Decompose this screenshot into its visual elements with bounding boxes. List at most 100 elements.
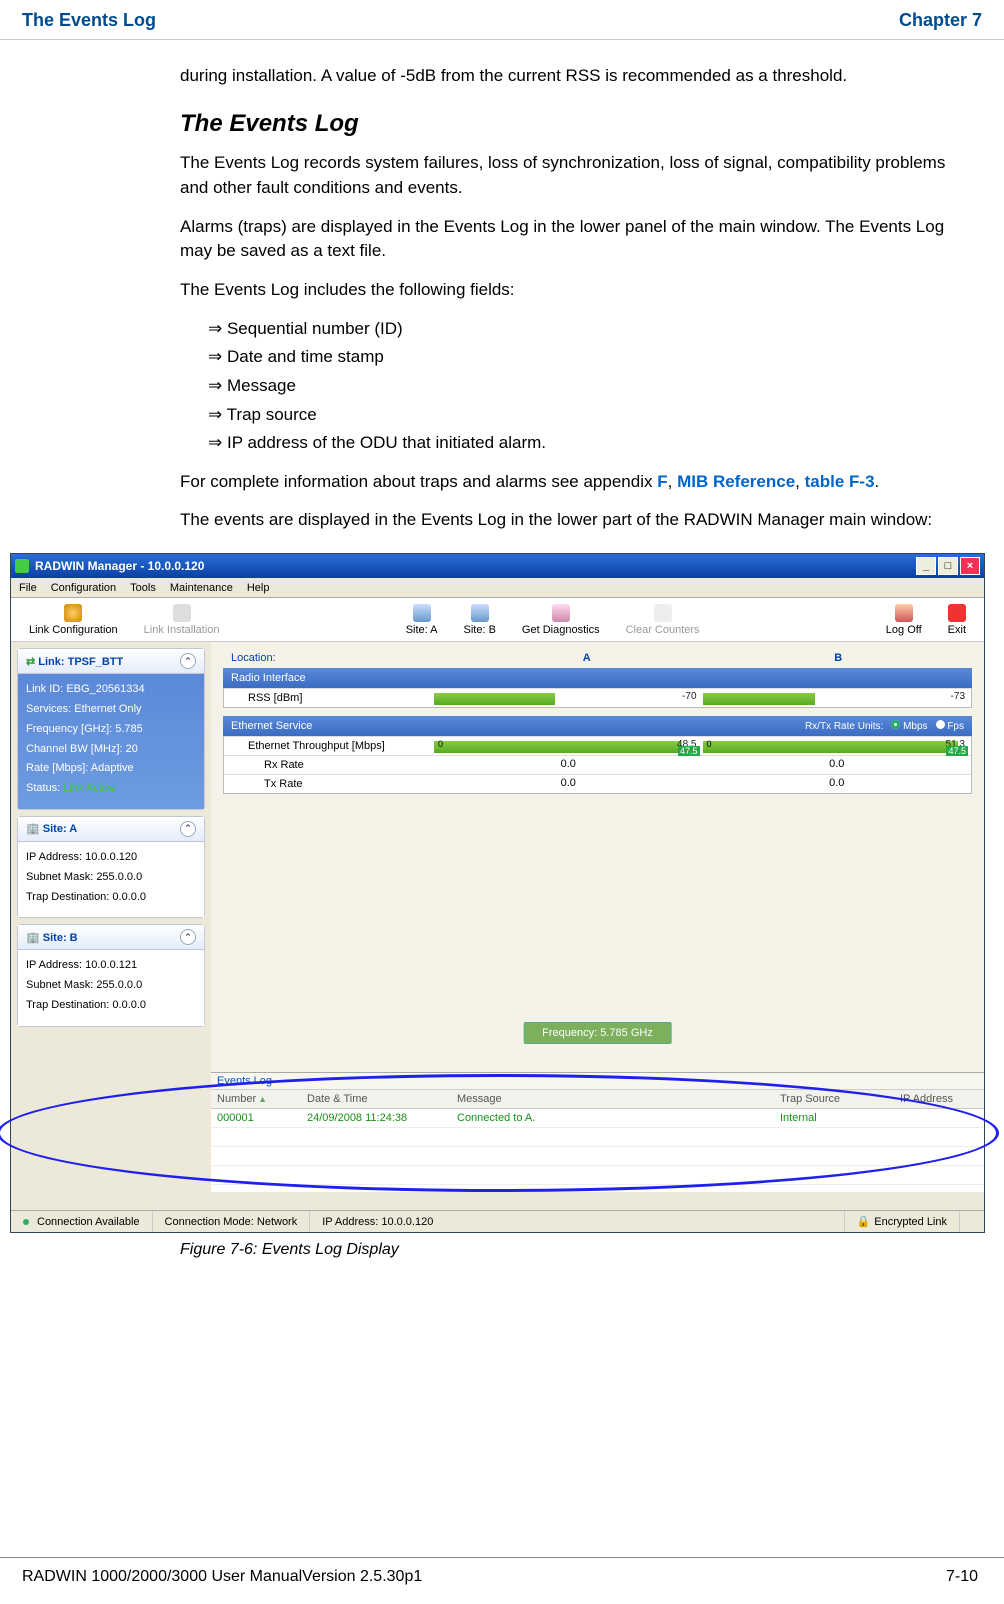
status-connection: Connection Available xyxy=(11,1211,153,1232)
col-datetime[interactable]: Date & Time xyxy=(301,1090,451,1109)
col-trap-source[interactable]: Trap Source xyxy=(774,1090,894,1109)
section-title: Ethernet Service xyxy=(231,720,312,732)
panel-row: Rate [Mbps]: Adaptive xyxy=(26,759,196,779)
logoff-icon xyxy=(895,604,913,622)
ethernet-table: Ethernet Throughput [Mbps] 048.547.5 051… xyxy=(223,736,972,794)
col-ip-address[interactable]: IP Address xyxy=(894,1090,984,1109)
panel-row: IP Address: 10.0.0.120 xyxy=(26,848,196,868)
location-label: Location: xyxy=(231,652,461,664)
tp-b-max: 47.5 xyxy=(946,746,968,756)
window-title: RADWIN Manager - 10.0.0.120 xyxy=(35,559,204,573)
list-item: Date and time stamp xyxy=(208,345,974,370)
minimize-button[interactable]: _ xyxy=(916,557,936,575)
site-a-title: Site: A xyxy=(43,823,77,835)
resize-grip[interactable] xyxy=(960,1211,984,1232)
events-log-section: Events Log Number▲ Date & Time Message T… xyxy=(211,1072,984,1192)
footer-page-number: 7-10 xyxy=(946,1568,978,1586)
tool-label: Exit xyxy=(948,624,966,636)
menu-help[interactable]: Help xyxy=(247,582,270,594)
list-item: Sequential number (ID) xyxy=(208,317,974,342)
location-header-row: Location: A B xyxy=(211,642,984,668)
fps-radio[interactable]: Fps xyxy=(936,720,964,732)
link-panel-header[interactable]: ⇄ Link: TPSF_BTT ⌃ xyxy=(18,649,204,674)
site-a-body: IP Address: 10.0.0.120 Subnet Mask: 255.… xyxy=(18,842,204,917)
exit-button[interactable]: Exit xyxy=(936,602,978,638)
menu-file[interactable]: File xyxy=(19,582,37,594)
site-icon: 🏢 xyxy=(26,823,40,835)
clear-counters-button: Clear Counters xyxy=(614,602,712,638)
tool-label: Clear Counters xyxy=(626,624,700,636)
section-title: Radio Interface xyxy=(231,672,306,684)
appendix-link[interactable]: F xyxy=(657,472,667,491)
footer-manual-version: RADWIN 1000/2000/3000 User ManualVersion… xyxy=(22,1568,422,1586)
site-a-button[interactable]: Site: A xyxy=(394,602,450,638)
frequency-badge: Frequency: 5.785 GHz xyxy=(523,1022,672,1044)
log-message: Connected to A. xyxy=(451,1109,774,1128)
menu-maintenance[interactable]: Maintenance xyxy=(170,582,233,594)
tx-a-value: 0.0 xyxy=(434,775,703,793)
window-titlebar[interactable]: RADWIN Manager - 10.0.0.120 _ □ × xyxy=(11,554,984,578)
collapse-button[interactable]: ⌃ xyxy=(180,821,196,837)
tool-label: Get Diagnostics xyxy=(522,624,600,636)
link-installation-button: Link Installation xyxy=(132,602,232,638)
rate-units-label: Rx/Tx Rate Units: xyxy=(805,721,883,732)
document-body: during installation. A value of -5dB fro… xyxy=(0,40,1004,533)
section-heading: The Events Log xyxy=(180,107,974,142)
collapse-button[interactable]: ⌃ xyxy=(180,929,196,945)
events-log-title: Events Log xyxy=(211,1073,984,1090)
rate-units-group: Rx/Tx Rate Units: Mbps Fps xyxy=(805,720,964,732)
log-datetime: 24/09/2008 11:24:38 xyxy=(301,1109,451,1128)
rx-b-value: 0.0 xyxy=(703,756,972,774)
column-b-header: B xyxy=(713,652,965,664)
get-diagnostics-button[interactable]: Get Diagnostics xyxy=(510,602,612,638)
log-row[interactable]: 000001 24/09/2008 11:24:38 Connected to … xyxy=(211,1109,984,1128)
status-label: Status: xyxy=(26,782,60,794)
site-b-panel: 🏢 Site: B ⌃ IP Address: 10.0.0.121 Subne… xyxy=(17,924,205,1026)
menubar: File Configuration Tools Maintenance Hel… xyxy=(11,578,984,598)
panel-row-status: Status: Link Active xyxy=(26,779,196,799)
tool-label: Site: A xyxy=(406,624,438,636)
header-section-title: The Events Log xyxy=(22,10,156,31)
header-chapter: Chapter 7 xyxy=(899,10,982,31)
events-log-table: Number▲ Date & Time Message Trap Source … xyxy=(211,1090,984,1185)
col-number[interactable]: Number▲ xyxy=(211,1090,301,1109)
menu-configuration[interactable]: Configuration xyxy=(51,582,116,594)
panel-row: Subnet Mask: 255.0.0.0 xyxy=(26,976,196,996)
mib-reference-link[interactable]: MIB Reference xyxy=(677,472,795,491)
table-f3-link[interactable]: table F-3 xyxy=(805,472,875,491)
throughput-label: Ethernet Throughput [Mbps] xyxy=(224,737,434,755)
log-row-empty xyxy=(211,1128,984,1147)
list-item: Message xyxy=(208,374,974,399)
tool-label: Site: B xyxy=(464,624,496,636)
sep: . xyxy=(875,472,880,491)
page-running-header: The Events Log Chapter 7 xyxy=(0,0,1004,40)
side-panels: ⇄ Link: TPSF_BTT ⌃ Link ID: EBG_20561334… xyxy=(11,642,211,1192)
log-trap-source: Internal xyxy=(774,1109,894,1128)
log-off-button[interactable]: Log Off xyxy=(874,602,934,638)
para-5: The events are displayed in the Events L… xyxy=(180,508,974,533)
statusbar: Connection Available Connection Mode: Ne… xyxy=(11,1210,984,1232)
para-1: The Events Log records system failures, … xyxy=(180,151,974,200)
mbps-radio[interactable]: Mbps xyxy=(891,720,927,732)
site-b-header[interactable]: 🏢 Site: B ⌃ xyxy=(18,925,204,950)
link-configuration-button[interactable]: Link Configuration xyxy=(17,602,130,638)
collapse-button[interactable]: ⌃ xyxy=(180,653,196,669)
list-item: Trap source xyxy=(208,403,974,428)
status-encrypted: 🔒Encrypted Link xyxy=(845,1211,960,1232)
site-icon: 🏢 xyxy=(26,932,40,944)
menu-tools[interactable]: Tools xyxy=(130,582,156,594)
rss-label: RSS [dBm] xyxy=(224,689,434,707)
site-b-button[interactable]: Site: B xyxy=(452,602,508,638)
panel-row: IP Address: 10.0.0.121 xyxy=(26,956,196,976)
site-b-body: IP Address: 10.0.0.121 Subnet Mask: 255.… xyxy=(18,950,204,1025)
close-button[interactable]: × xyxy=(960,557,980,575)
link-config-icon xyxy=(64,604,82,622)
maximize-button[interactable]: □ xyxy=(938,557,958,575)
rss-a-value: -70 xyxy=(682,691,696,702)
tp-b-cell: 051.347.5 xyxy=(703,737,972,755)
diagnostics-icon xyxy=(552,604,570,622)
log-row-empty xyxy=(211,1147,984,1166)
site-a-header[interactable]: 🏢 Site: A ⌃ xyxy=(18,817,204,842)
col-message[interactable]: Message xyxy=(451,1090,774,1109)
status-text: Encrypted Link xyxy=(874,1216,947,1228)
